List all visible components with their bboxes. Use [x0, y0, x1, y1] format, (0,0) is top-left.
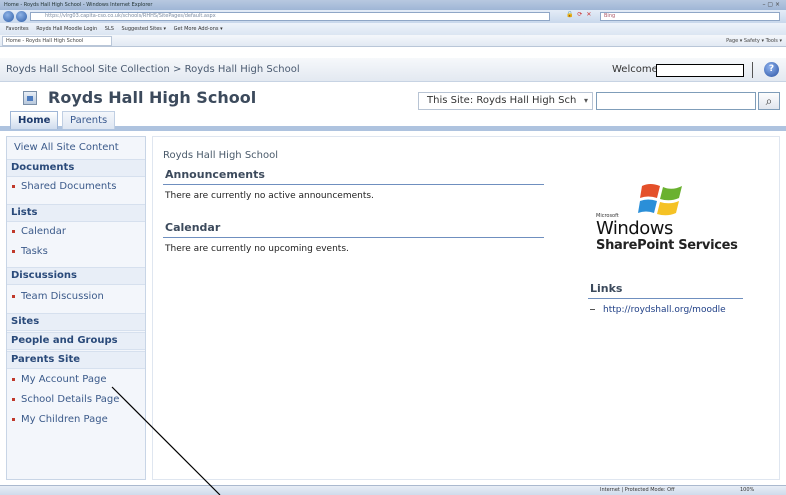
- url-field[interactable]: https://vlrg03.capita-cso.co.uk/schools/…: [30, 12, 550, 21]
- ql-item-shared-documents[interactable]: Shared Documents: [7, 178, 145, 200]
- bullet-icon: [12, 229, 15, 233]
- ql-item-label: Calendar: [21, 226, 66, 237]
- divider: [752, 62, 753, 78]
- global-bar: Royds Hall School Site Collection > Royd…: [0, 58, 786, 82]
- logo-sharepoint-text: SharePoint Services: [596, 238, 738, 253]
- breadcrumb[interactable]: Royds Hall School Site Collection > Royd…: [6, 64, 300, 75]
- windows-sharepoint-services-logo: Microsoft Windows SharePoint Services: [596, 180, 738, 260]
- bullet-icon: [12, 184, 15, 188]
- browser-window-title: Home - Royds Hall High School - Windows …: [4, 2, 153, 8]
- favorites-item[interactable]: SLS: [105, 26, 114, 32]
- window-controls[interactable]: – ▢ ×: [762, 0, 780, 10]
- view-all-site-content-link[interactable]: View All Site Content: [7, 141, 145, 161]
- bullet-icon: [12, 397, 15, 401]
- announcements-empty-text: There are currently no active announceme…: [165, 191, 374, 201]
- ql-header-people-and-groups[interactable]: People and Groups: [7, 332, 145, 350]
- windows-flag-icon: [638, 184, 682, 216]
- calendar-empty-text: There are currently no upcoming events.: [165, 244, 349, 254]
- command-bar[interactable]: Page ▾ Safety ▾ Tools ▾: [726, 37, 782, 45]
- bullet-icon: [12, 417, 15, 421]
- bullet-icon: [590, 309, 595, 310]
- ql-header-documents[interactable]: Documents: [7, 159, 145, 177]
- ql-item-my-account-page[interactable]: My Account Page: [7, 371, 145, 393]
- site-logo-icon[interactable]: [23, 91, 37, 105]
- ql-item-label: Tasks: [21, 246, 48, 257]
- search-input[interactable]: [596, 92, 756, 110]
- chevron-down-icon: ▾: [583, 96, 588, 105]
- help-icon[interactable]: ?: [764, 62, 779, 77]
- ql-item-calendar[interactable]: Calendar: [7, 223, 145, 245]
- browser-title-bar: Home - Royds Hall High School - Windows …: [0, 0, 786, 10]
- search-scope-select[interactable]: This Site: Royds Hall High Sch ▾: [418, 92, 593, 110]
- announcements-title[interactable]: Announcements: [165, 168, 265, 181]
- status-zone[interactable]: Internet | Protected Mode: Off: [600, 486, 675, 495]
- ql-item-school-details-page[interactable]: School Details Page: [7, 391, 145, 413]
- ql-item-team-discussion[interactable]: Team Discussion: [7, 288, 145, 310]
- ql-header-parents-site[interactable]: Parents Site: [7, 351, 145, 369]
- back-icon[interactable]: [3, 11, 14, 22]
- ql-item-label: Team Discussion: [21, 291, 104, 302]
- tab-home[interactable]: Home: [10, 111, 59, 129]
- browser-address-bar: https://vlrg03.capita-cso.co.uk/schools/…: [0, 10, 786, 23]
- top-navigation: Home Parents: [0, 111, 786, 131]
- tab-parents[interactable]: Parents: [62, 111, 116, 129]
- favorites-item[interactable]: Get More Add-ons ▾: [174, 26, 223, 32]
- favorites-item[interactable]: Suggested Sites ▾: [122, 26, 166, 32]
- links-item[interactable]: http://roydshall.org/moodle: [590, 305, 726, 315]
- divider: [163, 237, 544, 238]
- redacted-username: [656, 64, 744, 77]
- links-item-url[interactable]: http://roydshall.org/moodle: [603, 305, 726, 315]
- favorites-item[interactable]: Royds Hall Moodle Login: [36, 26, 97, 32]
- search-icon[interactable]: ⌕: [758, 92, 780, 110]
- page-title: Royds Hall High School: [163, 150, 279, 161]
- browser-search-input[interactable]: Bing: [600, 12, 780, 21]
- ql-item-my-children-page[interactable]: My Children Page: [7, 411, 145, 433]
- bullet-icon: [12, 249, 15, 253]
- search-scope-value: This Site: Royds Hall High Sch: [427, 95, 577, 106]
- ql-header-discussions[interactable]: Discussions: [7, 267, 145, 285]
- browser-status-bar: Internet | Protected Mode: Off 100%: [0, 485, 786, 495]
- logo-windows-text: Windows: [596, 218, 673, 239]
- ql-item-label: Shared Documents: [21, 181, 117, 192]
- ql-header-lists[interactable]: Lists: [7, 204, 145, 222]
- ql-item-label: My Children Page: [21, 414, 108, 425]
- site-title[interactable]: Royds Hall High School: [48, 88, 256, 107]
- divider: [163, 184, 544, 185]
- bullet-icon: [12, 294, 15, 298]
- status-zoom[interactable]: 100%: [740, 486, 754, 495]
- browser-tab[interactable]: Home - Royds Hall High School: [2, 36, 112, 46]
- address-bar-icons[interactable]: 🔒 ⟳ ✕: [566, 11, 592, 18]
- links-title[interactable]: Links: [590, 282, 622, 295]
- quick-launch: View All Site Content Documents Shared D…: [6, 136, 146, 480]
- bullet-icon: [12, 377, 15, 381]
- ql-item-label: My Account Page: [21, 374, 107, 385]
- forward-icon[interactable]: [16, 11, 27, 22]
- browser-tab-bar: Home - Royds Hall High School Page ▾ Saf…: [0, 35, 786, 47]
- welcome-label[interactable]: Welcome: [612, 64, 658, 75]
- divider: [588, 298, 743, 299]
- favorites-bar: Favorites Royds Hall Moodle Login SLS Su…: [0, 23, 786, 35]
- ql-item-tasks[interactable]: Tasks: [7, 243, 145, 265]
- favorites-item[interactable]: Favorites: [6, 26, 29, 32]
- calendar-title[interactable]: Calendar: [165, 221, 220, 234]
- ql-header-sites[interactable]: Sites: [7, 313, 145, 331]
- ql-item-label: School Details Page: [21, 394, 120, 405]
